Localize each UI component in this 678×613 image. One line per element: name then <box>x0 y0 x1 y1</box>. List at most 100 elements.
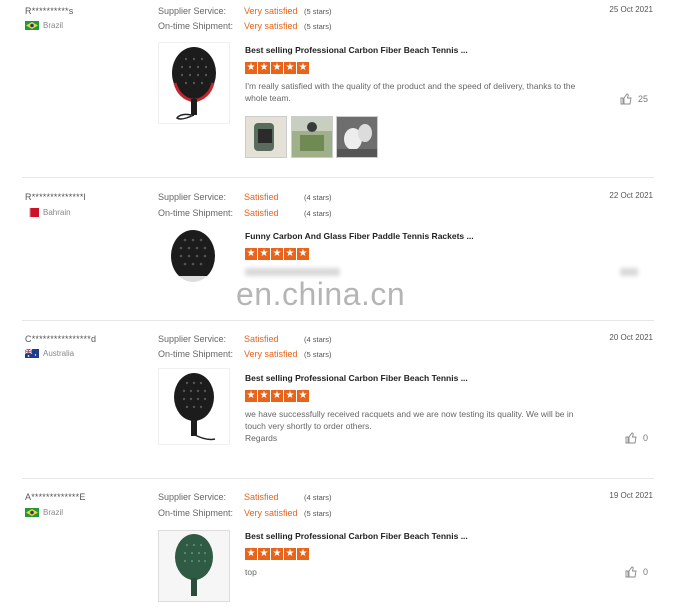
buyer-name: R**********s <box>25 6 74 16</box>
star-icon: ★ <box>271 248 283 260</box>
buyer-country: Bahrain <box>25 208 71 217</box>
rating-stars: ★ ★ ★ ★ ★ <box>245 248 309 260</box>
ontime-shipment-stars: (5 stars) <box>304 22 332 31</box>
like-count: 0 <box>642 433 648 443</box>
review-divider <box>22 177 654 178</box>
ontime-shipment-value: Very satisfied <box>244 349 298 359</box>
product-title-link[interactable]: Best selling Professional Carbon Fiber B… <box>245 531 468 541</box>
supplier-service-stars: (4 stars) <box>304 493 332 502</box>
like-count: 0 <box>642 567 648 577</box>
like-button[interactable]: 0 <box>625 566 648 578</box>
star-icon: ★ <box>297 248 309 260</box>
supplier-service-value: Satisfied <box>244 192 279 202</box>
supplier-service-label: Supplier Service: <box>158 334 227 344</box>
review-photo[interactable] <box>245 116 287 158</box>
thumbs-up-icon <box>620 93 632 105</box>
star-icon: ★ <box>284 62 296 74</box>
blurred-review-text <box>245 268 340 276</box>
thumbs-up-icon <box>625 566 637 578</box>
watermark: en.china.cn <box>236 276 406 312</box>
review-text-signoff: Regards <box>245 433 278 443</box>
star-icon: ★ <box>284 248 296 260</box>
buyer-name: C****************d <box>25 334 97 344</box>
review-date: 25 Oct 2021 <box>609 5 653 14</box>
rating-stars: ★ ★ ★ ★ ★ <box>245 548 309 560</box>
ontime-shipment-value: Very satisfied <box>244 508 298 518</box>
supplier-service-label: Supplier Service: <box>158 192 227 202</box>
star-icon: ★ <box>271 62 283 74</box>
brazil-flag-icon <box>25 21 39 30</box>
product-title-link[interactable]: Funny Carbon And Glass Fiber Paddle Tenn… <box>245 231 474 241</box>
supplier-service-stars: (4 stars) <box>304 335 332 344</box>
star-icon: ★ <box>271 390 283 402</box>
racket-icon <box>172 47 216 120</box>
supplier-service-value: Very satisfied <box>244 6 298 16</box>
star-icon: ★ <box>258 248 270 260</box>
product-thumbnail[interactable] <box>158 530 230 602</box>
supplier-service-value: Satisfied <box>244 334 279 344</box>
review-date: 19 Oct 2021 <box>609 491 653 500</box>
star-icon: ★ <box>245 248 257 260</box>
country-label: Bahrain <box>43 208 71 217</box>
like-count: 25 <box>637 94 648 104</box>
supplier-service-label: Supplier Service: <box>158 6 227 16</box>
racket-icon <box>159 531 229 601</box>
review-photo[interactable] <box>291 116 333 158</box>
star-icon: ★ <box>258 390 270 402</box>
star-icon: ★ <box>297 548 309 560</box>
star-icon: ★ <box>297 62 309 74</box>
australia-flag-icon <box>25 349 39 358</box>
ontime-shipment-value: Very satisfied <box>244 21 298 31</box>
bahrain-flag-icon <box>25 208 39 217</box>
star-icon: ★ <box>297 390 309 402</box>
review-divider <box>22 320 654 321</box>
review-date: 20 Oct 2021 <box>609 333 653 342</box>
review-text: we have successfully received racquets a… <box>245 409 574 431</box>
star-icon: ★ <box>258 62 270 74</box>
supplier-service-value: Satisfied <box>244 492 279 502</box>
star-icon: ★ <box>258 548 270 560</box>
review-photo[interactable] <box>336 116 378 158</box>
star-icon: ★ <box>284 548 296 560</box>
review-text: I'm really satisfied with the quality of… <box>245 81 576 103</box>
star-icon: ★ <box>284 390 296 402</box>
product-thumbnail[interactable] <box>158 42 230 124</box>
ontime-shipment-label: On-time Shipment: <box>158 508 234 518</box>
review-divider <box>22 478 654 479</box>
review-text: top <box>245 567 257 577</box>
thumbs-up-icon <box>625 432 637 444</box>
brazil-flag-icon <box>25 508 39 517</box>
product-thumbnail[interactable] <box>158 226 228 296</box>
buyer-country: Brazil <box>25 508 63 517</box>
supplier-service-stars: (5 stars) <box>304 7 332 16</box>
buyer-name: A*************E <box>25 492 86 502</box>
ontime-shipment-value: Satisfied <box>244 208 279 218</box>
supplier-service-stars: (4 stars) <box>304 193 332 202</box>
country-label: Brazil <box>43 508 64 517</box>
ontime-shipment-label: On-time Shipment: <box>158 349 234 359</box>
like-button[interactable]: 25 <box>620 93 648 105</box>
blurred-like <box>620 268 638 276</box>
racket-icon <box>174 373 216 441</box>
buyer-name: R**************l <box>25 192 86 202</box>
like-button[interactable]: 0 <box>625 432 648 444</box>
ontime-shipment-label: On-time Shipment: <box>158 21 234 31</box>
ontime-shipment-stars: (5 stars) <box>304 509 332 518</box>
star-icon: ★ <box>245 62 257 74</box>
rating-stars: ★ ★ ★ ★ ★ <box>245 62 309 74</box>
product-thumbnail[interactable] <box>158 368 230 445</box>
star-icon: ★ <box>245 390 257 402</box>
buyer-country: Brazil <box>25 21 63 30</box>
review-date: 22 Oct 2021 <box>609 191 653 200</box>
product-title-link[interactable]: Best selling Professional Carbon Fiber B… <box>245 45 468 55</box>
ontime-shipment-stars: (4 stars) <box>304 209 332 218</box>
rating-stars: ★ ★ ★ ★ ★ <box>245 390 309 402</box>
racket-icon <box>171 230 215 296</box>
product-title-link[interactable]: Best selling Professional Carbon Fiber B… <box>245 373 468 383</box>
star-icon: ★ <box>245 548 257 560</box>
supplier-service-label: Supplier Service: <box>158 492 227 502</box>
country-label: Australia <box>43 349 75 358</box>
country-label: Brazil <box>43 21 64 30</box>
ontime-shipment-stars: (5 stars) <box>304 350 332 359</box>
buyer-country: Australia <box>25 349 74 358</box>
